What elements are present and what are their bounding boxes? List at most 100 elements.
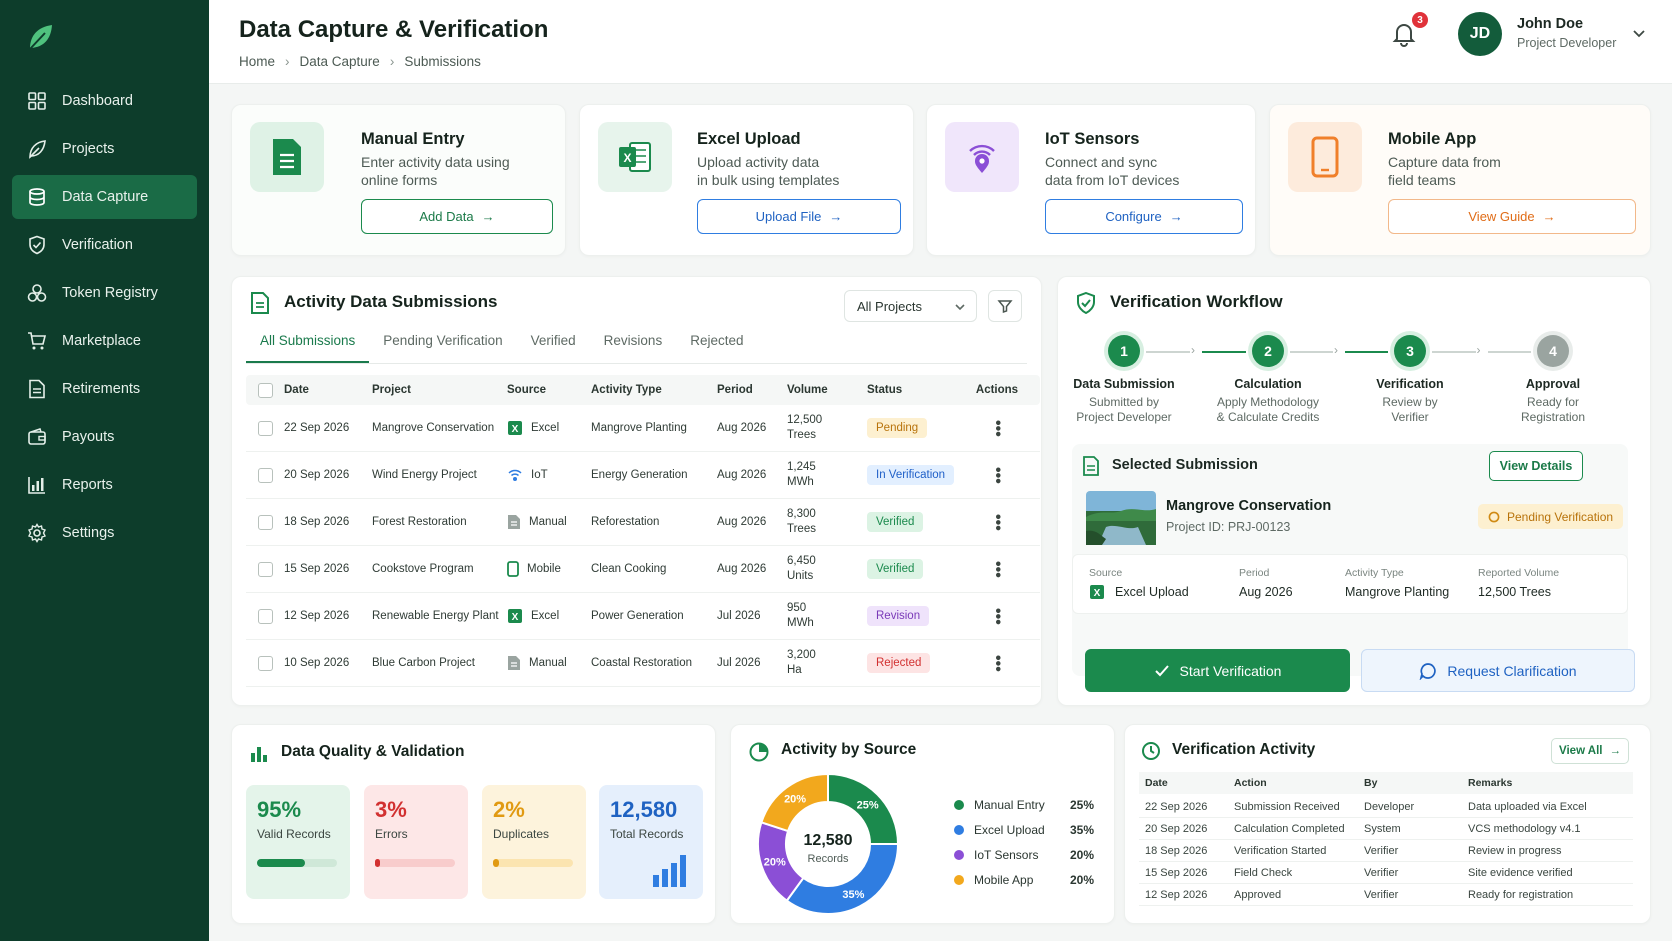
table-row[interactable]: 22 Sep 2026 Mangrove Conservation X Excel Ma…: [246, 405, 1040, 452]
legend-item[interactable]: IoT Sensors 20%: [954, 848, 1094, 862]
row-volume: 950: [787, 602, 807, 614]
upload-file-button[interactable]: Upload File →: [697, 199, 901, 234]
sidebar-item-marketplace[interactable]: Marketplace: [12, 319, 197, 363]
chevron-down-icon: [955, 304, 965, 311]
manual-icon: [507, 514, 521, 530]
col-period[interactable]: Period: [717, 384, 787, 396]
sidebar-item-data-capture[interactable]: Data Capture: [12, 175, 197, 219]
avatar[interactable]: JD: [1458, 12, 1502, 56]
more-actions-icon[interactable]: •••: [989, 467, 1006, 484]
duplicates-value: 2%: [493, 797, 525, 822]
bar-chart-icon: [251, 747, 267, 762]
top-header: Data Capture & Verification Home › Data …: [209, 0, 1672, 84]
sidebar-item-reports[interactable]: Reports: [12, 463, 197, 507]
tab-all-submissions[interactable]: All Submissions: [246, 330, 370, 363]
chevron-down-icon[interactable]: [1632, 26, 1646, 40]
sidebar-item-retirements[interactable]: Retirements: [12, 367, 197, 411]
sidebar-item-verification[interactable]: Verification: [12, 223, 197, 267]
view-details-button[interactable]: View Details: [1489, 451, 1583, 481]
activity-cell: Verification Started: [1234, 844, 1327, 857]
activity-table-header: Date Action By Remarks: [1139, 772, 1633, 794]
col-source[interactable]: Source: [507, 384, 591, 396]
row-source: Excel: [531, 610, 560, 622]
col-status[interactable]: Status: [867, 384, 970, 396]
row-checkbox[interactable]: [257, 420, 273, 436]
meta-source-value: Excel Upload: [1115, 585, 1189, 599]
row-date: 20 Sep 2026: [284, 469, 350, 481]
row-checkbox[interactable]: [257, 655, 273, 671]
iot-icon: [945, 122, 1019, 192]
more-actions-icon[interactable]: •••: [989, 514, 1006, 531]
more-actions-icon[interactable]: •••: [989, 655, 1006, 672]
activity-cell: Ready for registration: [1468, 888, 1574, 901]
table-row[interactable]: 20 Sep 2026 Wind Energy Project IoT Energy …: [246, 452, 1040, 499]
legend-percent: 35%: [1069, 823, 1094, 837]
request-clarification-button[interactable]: Request Clarification: [1361, 649, 1635, 692]
row-activity: Clean Cooking: [591, 563, 667, 575]
duplicates-tile: 2% Duplicates: [482, 785, 586, 899]
user-name[interactable]: John Doe: [1517, 16, 1583, 32]
row-source: Manual: [529, 516, 567, 528]
tab-rejected[interactable]: Rejected: [676, 330, 757, 363]
col-activity-type[interactable]: Activity Type: [591, 384, 717, 396]
add-data-button[interactable]: Add Data →: [361, 199, 553, 234]
svg-text:X: X: [512, 424, 519, 435]
total-records-label: Total Records: [610, 827, 684, 841]
data-quality-card: Data Quality & Validation 95% Valid Reco…: [231, 724, 716, 924]
table-row[interactable]: 15 Sep 2026 Cookstove Program Mobile Clean …: [246, 546, 1040, 593]
workflow-step-2: 2: [1252, 335, 1284, 367]
more-actions-icon[interactable]: •••: [989, 608, 1006, 625]
col-date[interactable]: Date: [284, 384, 372, 396]
project-filter-select[interactable]: All Projects: [844, 290, 977, 322]
sidebar-item-payouts[interactable]: Payouts: [12, 415, 197, 459]
tab-verified[interactable]: Verified: [517, 330, 590, 363]
legend-item[interactable]: Mobile App 20%: [954, 873, 1094, 887]
sidebar-item-token-registry[interactable]: Token Registry: [12, 271, 197, 315]
clock-icon: [1488, 511, 1500, 522]
tab-revisions[interactable]: Revisions: [590, 330, 677, 363]
legend-item[interactable]: Manual Entry 25%: [954, 798, 1094, 812]
table-row[interactable]: 10 Sep 2026 Blue Carbon Project Manual Coas…: [246, 640, 1040, 687]
sidebar-item-label: Dashboard: [62, 93, 133, 109]
view-all-button[interactable]: View All →: [1551, 738, 1629, 764]
row-volume-unit: MWh: [787, 476, 814, 488]
breadcrumb-data-capture[interactable]: Data Capture: [300, 54, 380, 69]
sidebar-item-dashboard[interactable]: Dashboard: [12, 79, 197, 123]
table-row[interactable]: 18 Sep 2026 Forest Restoration Manual Refor…: [246, 499, 1040, 546]
sidebar: Dashboard Projects Data Capture Verificatio…: [0, 0, 209, 941]
more-actions-icon[interactable]: •••: [989, 561, 1006, 578]
activity-cell: System: [1364, 822, 1401, 835]
arrow-right-icon: →: [829, 209, 843, 224]
row-volume: 1,245: [787, 461, 816, 473]
select-all-checkbox[interactable]: [257, 382, 273, 398]
activity-cell: Developer: [1364, 800, 1415, 813]
row-period: Jul 2026: [717, 657, 761, 669]
view-guide-button[interactable]: View Guide →: [1388, 199, 1636, 234]
row-checkbox[interactable]: [257, 514, 273, 530]
col-project[interactable]: Project: [372, 384, 507, 396]
row-checkbox[interactable]: [257, 561, 273, 577]
row-volume-unit: Trees: [787, 523, 816, 535]
table-row[interactable]: 12 Sep 2026 Renewable Energy Plant X Excel P…: [246, 593, 1040, 640]
leaf-logo-icon[interactable]: [25, 22, 55, 52]
chevron-right-icon: ›: [1191, 343, 1195, 357]
sidebar-item-settings[interactable]: Settings: [12, 511, 197, 555]
total-records-value: 12,580: [610, 797, 678, 822]
activity-by-source-card: Activity by Source 25% 35% 20% 20% 12,580 Rec…: [730, 724, 1115, 924]
legend-item[interactable]: Excel Upload 35%: [954, 823, 1094, 837]
configure-button[interactable]: Configure →: [1045, 199, 1243, 234]
legend-label: Mobile App: [974, 873, 1034, 887]
row-checkbox[interactable]: [257, 467, 273, 483]
row-activity: Energy Generation: [591, 469, 688, 481]
tab-pending-verification[interactable]: Pending Verification: [369, 330, 516, 363]
pie-chart-icon: [749, 742, 769, 762]
workflow-connector: [1146, 351, 1190, 353]
activity-cell: 22 Sep 2026: [1145, 800, 1208, 813]
breadcrumb-home[interactable]: Home: [239, 54, 275, 69]
row-checkbox[interactable]: [257, 608, 273, 624]
start-verification-button[interactable]: Start Verification: [1085, 649, 1350, 692]
filter-button[interactable]: [988, 290, 1022, 322]
col-volume[interactable]: Volume: [787, 383, 867, 398]
more-actions-icon[interactable]: •••: [989, 420, 1006, 437]
sidebar-item-projects[interactable]: Projects: [12, 127, 197, 171]
